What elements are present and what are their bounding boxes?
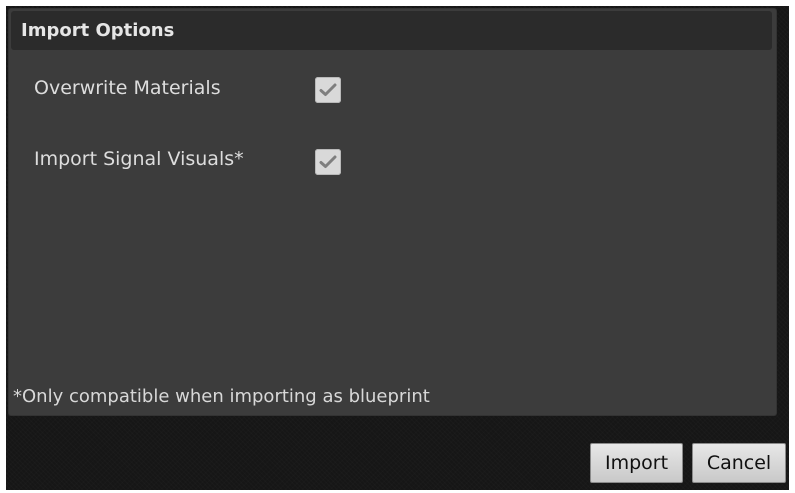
check-icon bbox=[319, 155, 337, 168]
import-signal-visuals-label: Import Signal Visuals* bbox=[34, 148, 244, 170]
import-options-panel: Import Options Overwrite Materials Impor… bbox=[8, 8, 777, 416]
blueprint-footnote: *Only compatible when importing as bluep… bbox=[13, 386, 430, 407]
panel-header: Import Options bbox=[11, 11, 772, 50]
overwrite-materials-label: Overwrite Materials bbox=[34, 77, 221, 99]
import-signal-visuals-checkbox[interactable] bbox=[315, 149, 341, 175]
overwrite-materials-checkbox[interactable] bbox=[315, 77, 341, 103]
panel-title: Import Options bbox=[21, 20, 175, 41]
import-button[interactable]: Import bbox=[590, 443, 683, 483]
import-options-dialog: Import Options Overwrite Materials Impor… bbox=[6, 6, 789, 490]
check-icon bbox=[319, 83, 337, 96]
cancel-button[interactable]: Cancel bbox=[692, 443, 786, 483]
